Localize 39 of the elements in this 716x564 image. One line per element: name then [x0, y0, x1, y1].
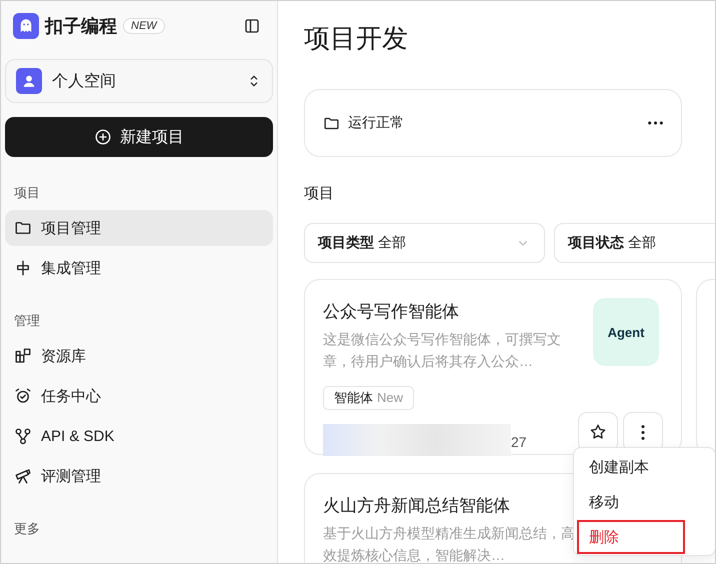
vertical-dots-icon: [641, 424, 645, 440]
brand-name: 扣子编程: [45, 15, 117, 38]
alarm-clock-icon: [14, 387, 32, 405]
project-description: 这是微信公众号写作智能体，可撰写文章，待用户确认后将其存入公众…: [323, 330, 562, 371]
status-card[interactable]: 运行正常: [304, 89, 682, 157]
menu-item[interactable]: 移动: [577, 485, 685, 519]
project-tag: 智能体 New: [323, 386, 414, 410]
page-title: 项目开发: [304, 22, 409, 55]
new-badge: NEW: [123, 18, 165, 34]
filter-dropdown[interactable]: 项目类型 全部: [304, 223, 545, 263]
blocks-icon: [14, 347, 32, 365]
sidebar-item[interactable]: 资源库: [5, 338, 273, 374]
section-label: 项目: [13, 184, 41, 202]
telescope-icon: [14, 467, 32, 485]
agent-thumbnail: Agent: [593, 298, 659, 366]
sidebar-item[interactable]: API & SDK: [5, 418, 273, 454]
filter-dropdown[interactable]: 项目状态 全部: [554, 223, 715, 263]
project-meta: 27: [511, 434, 527, 452]
sidebar-item[interactable]: 评测管理: [5, 458, 273, 494]
new-project-button[interactable]: 新建项目: [5, 117, 273, 157]
section-label: 更多: [13, 520, 41, 538]
sidebar-item[interactable]: 集成管理: [5, 250, 273, 286]
star-icon: [589, 423, 607, 441]
folder-icon: [14, 219, 32, 237]
section-label: 管理: [13, 312, 41, 330]
menu-item[interactable]: 删除: [577, 520, 685, 554]
user-avatar-icon: [16, 68, 42, 94]
ghost-logo-icon: [13, 13, 39, 39]
plug-icon: [14, 259, 32, 277]
plus-circle-icon: [94, 128, 112, 146]
more-icon[interactable]: [648, 121, 663, 125]
section-title: 项目: [304, 184, 335, 203]
sidebar-item[interactable]: 任务中心: [5, 378, 273, 414]
project-title: 公众号写作智能体: [323, 301, 459, 323]
project-title: 火山方舟新闻总结智能体: [323, 495, 510, 517]
nodes-icon: [14, 427, 32, 445]
project-card[interactable]: 公众号写作智能体 这是微信公众号写作智能体，可撰写文章，待用户确认后将其存入公众… Agent 智能体 New 27: [304, 279, 682, 455]
sidebar-item[interactable]: 项目管理: [5, 210, 273, 246]
workspace-selector[interactable]: 个人空间: [5, 59, 273, 103]
